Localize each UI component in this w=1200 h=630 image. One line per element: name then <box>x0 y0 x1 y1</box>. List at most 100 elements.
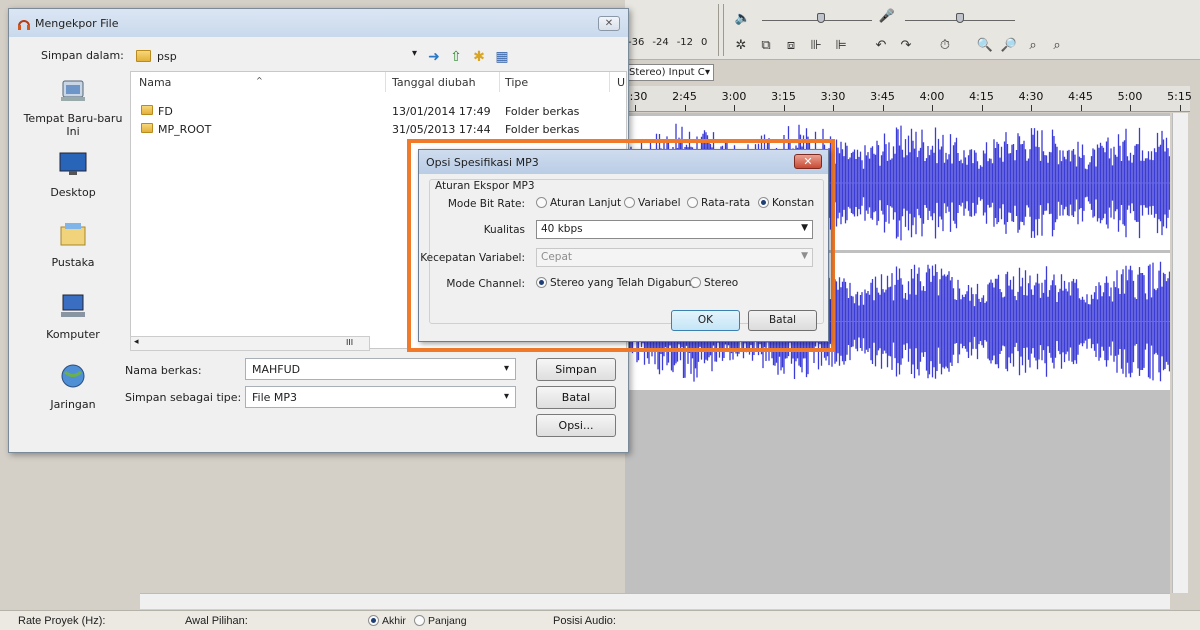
chevron-down-icon: ▼ <box>801 223 808 233</box>
zoom-in-icon[interactable]: 🔍 <box>975 35 995 55</box>
place-desktop[interactable]: Desktop <box>17 151 129 199</box>
group-title: Aturan Ekspor MP3 <box>435 180 535 192</box>
fit-selection-icon[interactable]: ⌕ <box>1023 35 1043 55</box>
folder-icon <box>141 105 153 115</box>
filename-label: Nama berkas: <box>125 364 202 377</box>
save-in-label: Simpan dalam: <box>41 49 124 62</box>
silence-icon[interactable]: ✲ <box>731 35 751 55</box>
new-folder-icon[interactable]: ✱ <box>470 48 488 66</box>
length-radio[interactable]: Panjang <box>414 615 467 627</box>
radio-aturan-lanjut[interactable]: Aturan Lanjut <box>536 197 621 209</box>
desktop-icon <box>59 152 87 175</box>
copy-icon[interactable]: ⧉ <box>756 35 776 55</box>
radio-stereo[interactable]: Stereo <box>690 277 738 289</box>
view-menu-icon[interactable]: ▦ <box>493 48 511 66</box>
ruler-tick-mark <box>635 105 636 111</box>
radio-konstan[interactable]: Konstan <box>758 197 814 209</box>
paste-icon[interactable]: ⧈ <box>781 35 801 55</box>
place-libraries[interactable]: Pustaka <box>17 221 129 269</box>
place-network[interactable]: Jaringan <box>17 363 129 411</box>
quality-select[interactable]: 40 kbps ▼ <box>536 220 813 239</box>
channel-mode-label: Mode Channel: <box>446 278 525 290</box>
zoom-out-icon[interactable]: 🔎 <box>999 35 1019 55</box>
folder-icon <box>141 123 153 133</box>
ruler-tick-mark <box>1130 105 1131 111</box>
recording-volume-slider[interactable] <box>956 13 964 23</box>
file-list-scrollbar[interactable]: ◂ III <box>130 336 370 351</box>
library-icon <box>60 223 86 246</box>
back-icon[interactable]: ➜ <box>425 48 443 66</box>
ruler-tick-mark <box>932 105 933 111</box>
ruler-tick-mark <box>783 105 785 111</box>
ruler-tick-label: 3:00 <box>721 90 747 103</box>
split-icon[interactable]: ⊫ <box>831 35 851 55</box>
ruler-tick-label: 4:45 <box>1068 90 1093 103</box>
vertical-scrollbar[interactable] <box>1172 113 1188 593</box>
column-date[interactable]: Tanggal diubah <box>392 76 476 89</box>
ruler-tick-label: 4:30 <box>1018 90 1044 103</box>
cancel-button[interactable]: Batal <box>536 386 616 409</box>
mp3-dialog-title: Opsi Spesifikasi MP3 <box>426 156 539 169</box>
input-device-select[interactable]: Stereo) Input C <box>626 64 714 81</box>
sort-arrow-icon: ^ <box>256 76 263 85</box>
mp3-options-dialog: Opsi Spesifikasi MP3 ✕ Aturan Ekspor MP3… <box>418 149 829 342</box>
ruler-tick-label: 2:45 <box>672 90 697 103</box>
cancel-button[interactable]: Batal <box>748 310 817 331</box>
ruler-tick-mark <box>882 105 884 111</box>
variable-speed-select: Cepat ▼ <box>536 248 813 267</box>
meter-scale: -36 -24 -12 0 <box>628 37 708 48</box>
radio-variabel[interactable]: Variabel <box>624 197 681 209</box>
network-globe-icon <box>61 364 85 388</box>
place-computer[interactable]: Komputer <box>17 293 129 341</box>
end-radio[interactable]: Akhir <box>368 615 406 627</box>
ruler-tick-label: 5:15 <box>1167 90 1192 103</box>
ruler-tick-label: 4:00 <box>919 90 945 103</box>
ruler-tick-label: 5:00 <box>1117 90 1143 103</box>
playback-volume-slider[interactable] <box>817 13 825 23</box>
bitrate-mode-label: Mode Bit Rate: <box>447 198 525 210</box>
ok-button[interactable]: OK <box>671 310 740 331</box>
filename-field[interactable]: MAHFUD ▾ <box>245 358 516 380</box>
column-type[interactable]: Tipe <box>505 76 528 89</box>
chevron-down-icon: ▼ <box>801 251 808 261</box>
save-type-label: Simpan sebagai tipe: <box>125 391 242 404</box>
ruler-tick-mark <box>981 105 983 111</box>
sync-lock-icon[interactable]: ⏱ <box>935 35 955 55</box>
chevron-down-icon: ▾ <box>503 391 509 402</box>
column-size[interactable]: U <box>617 76 625 89</box>
computer-icon <box>61 294 85 317</box>
ruler-tick-mark <box>1031 105 1032 111</box>
close-icon[interactable]: ✕ <box>794 154 822 169</box>
export-dialog-title: Mengekpor File <box>35 17 119 30</box>
file-row[interactable]: MP_ROOT 31/05/2013 17:44 Folder berkas <box>131 120 626 138</box>
place-recent[interactable]: Tempat Baru-baru Ini <box>17 77 129 138</box>
radio-rata-rata[interactable]: Rata-rata <box>687 197 750 209</box>
radio-joint-stereo[interactable]: Stereo yang Telah Digabung <box>536 277 698 289</box>
trim-icon[interactable]: ⊪ <box>806 35 826 55</box>
options-button[interactable]: Opsi... <box>536 414 616 437</box>
save-button[interactable]: Simpan <box>536 358 616 381</box>
file-row[interactable]: FD 13/01/2014 17:49 Folder berkas <box>131 102 626 120</box>
chevron-down-icon: ▾ <box>411 48 417 59</box>
export-dialog-titlebar[interactable]: Mengekpor File ✕ <box>9 9 628 37</box>
timeline-ruler[interactable]: 2:30 2:45 3:00 3:15 3:30 3:45 4:00 4:15 4:30 4:45… <box>623 86 1192 112</box>
chevron-down-icon: ▾ <box>503 363 509 374</box>
export-close-button[interactable]: ✕ <box>598 16 620 31</box>
ruler-tick-mark <box>684 105 686 111</box>
mp3-dialog-titlebar[interactable]: Opsi Spesifikasi MP3 ✕ <box>419 150 828 174</box>
up-folder-icon[interactable]: ⇧ <box>447 48 465 66</box>
save-in-select[interactable]: psp ▾ <box>131 46 421 66</box>
variable-speed-label: Kecepatan Variabel: <box>420 252 525 264</box>
folder-icon <box>136 50 151 62</box>
horizontal-scrollbar[interactable] <box>140 593 1170 609</box>
ruler-tick-label: 3:45 <box>870 90 895 103</box>
ruler-tick-mark <box>833 105 834 111</box>
save-type-select[interactable]: File MP3 ▾ <box>245 386 516 408</box>
project-rate-label: Rate Proyek (Hz): <box>18 615 106 627</box>
redo-icon[interactable]: ↷ <box>896 35 916 55</box>
fit-project-icon[interactable]: ⌕ <box>1047 35 1067 55</box>
speaker-icon: 🔈 <box>734 10 752 26</box>
undo-icon[interactable]: ↶ <box>871 35 891 55</box>
column-name[interactable]: Nama <box>139 76 171 89</box>
quality-label: Kualitas <box>483 224 525 236</box>
